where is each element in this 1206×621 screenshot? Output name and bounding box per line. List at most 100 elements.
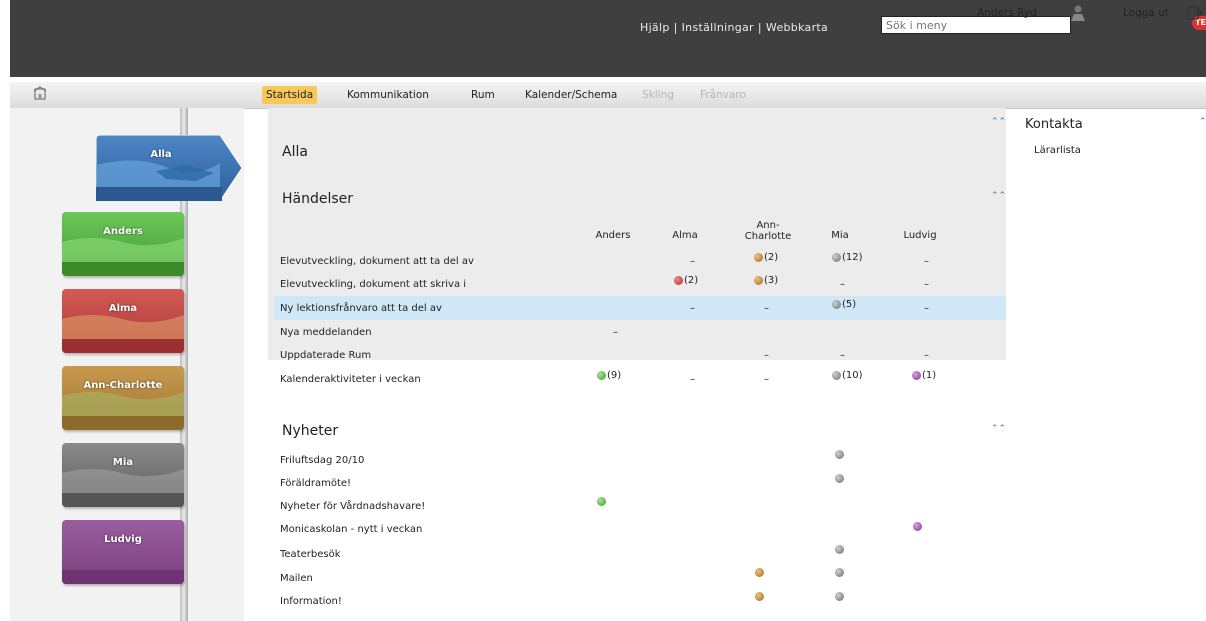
student-name-mia: Mia: [112, 457, 134, 468]
news-item[interactable]: Teaterbesök: [280, 549, 341, 560]
status-dot-icon: [835, 568, 844, 577]
status-dot-icon: [755, 592, 764, 601]
tab-rum[interactable]: Rum: [471, 86, 495, 104]
status-dot-icon: [754, 252, 763, 262]
cell-value[interactable]: (2): [674, 275, 698, 286]
cell-count: (10): [842, 370, 863, 381]
cell-value: –: [840, 350, 845, 361]
logout-link[interactable]: Logga ut: [1123, 7, 1169, 19]
news-item[interactable]: Friluftsdag 20/10: [280, 455, 364, 466]
card-band: [62, 339, 184, 353]
news-item[interactable]: Föräldramöte!: [280, 478, 351, 489]
cell-value: –: [924, 350, 929, 361]
tab-skling[interactable]: Skling: [642, 86, 674, 104]
status-dot-icon: [912, 370, 921, 380]
status-dot-icon: [913, 522, 922, 531]
student-name-ann-charlotte: Ann-Charlotte: [83, 380, 163, 391]
event-row-label[interactable]: Ny lektionsfrånvaro att ta del av: [280, 303, 442, 314]
cell-value: –: [690, 303, 695, 314]
collapse-arrow-icon[interactable]: ⌃⌃: [1199, 117, 1206, 127]
logout-icon[interactable]: [1187, 5, 1203, 21]
page-title: Alla: [282, 144, 308, 160]
separator: |: [757, 21, 762, 34]
collapse-arrow-icon[interactable]: ⌃⌃: [991, 424, 1006, 434]
status-dot-icon: [674, 275, 683, 285]
status-dot-icon: [597, 497, 606, 506]
event-row-label[interactable]: Kalenderaktiviteter i veckan: [280, 374, 421, 385]
tab-startsida[interactable]: Startsida: [262, 86, 318, 104]
user-icon[interactable]: [1068, 3, 1088, 23]
news-item[interactable]: Mailen: [280, 573, 313, 584]
cell-value[interactable]: (5): [832, 299, 856, 310]
student-card-ludvig[interactable]: Ludvig: [62, 520, 184, 584]
collapse-arrow-icon[interactable]: ⌃⌃: [991, 117, 1006, 127]
student-card-alma[interactable]: Alma: [62, 289, 184, 353]
cell-count: (3): [764, 275, 779, 286]
column-header-ann-charlotte: Ann- Charlotte: [744, 220, 792, 242]
help-link[interactable]: Hjälp: [640, 21, 670, 34]
news-title: Nyheter: [282, 423, 339, 439]
student-name-alla: Alla: [150, 149, 172, 160]
card-band: [62, 570, 184, 584]
user-name: Anders Ryd: [977, 7, 1037, 19]
events-title: Händelser: [282, 191, 354, 207]
cell-value[interactable]: (3): [754, 275, 778, 286]
tab-kalender-schema[interactable]: Kalender/Schema: [525, 86, 617, 104]
cell-value[interactable]: (2): [754, 252, 778, 263]
settings-link[interactable]: Inställningar: [682, 21, 754, 34]
cell-count: (1): [922, 370, 937, 381]
cell-value[interactable]: (12): [832, 252, 863, 263]
card-band: [62, 416, 184, 430]
column-header-ludvig: Ludvig: [903, 230, 937, 241]
cell-count: (2): [764, 252, 779, 263]
status-dot-icon: [832, 370, 841, 380]
menu-search-input[interactable]: [881, 16, 1071, 34]
news-item[interactable]: Nyheter för Vårdnadshavare!: [280, 501, 425, 512]
tab-kommunikation[interactable]: Kommunikation: [347, 86, 429, 104]
contact-title: Kontakta: [1025, 117, 1083, 132]
cell-value: –: [764, 303, 769, 314]
cell-value: –: [840, 279, 845, 290]
cell-value: –: [924, 303, 929, 314]
event-row-label[interactable]: Nya meddelanden: [280, 327, 372, 338]
cell-value[interactable]: (10): [832, 370, 863, 381]
status-dot-icon: [832, 252, 841, 262]
teacher-list-link[interactable]: Lärarlista: [1034, 145, 1081, 156]
event-row-label[interactable]: Elevutveckling, dokument att skriva i: [280, 279, 466, 290]
sitemap-link[interactable]: Webbkarta: [766, 21, 828, 34]
news-item[interactable]: Information!: [280, 596, 342, 607]
top-links: Hjälp | Inställningar | Webbkarta: [640, 21, 828, 34]
student-card-ann-charlotte[interactable]: Ann-Charlotte: [62, 366, 184, 430]
cell-value[interactable]: (9): [597, 370, 621, 381]
student-card-mia[interactable]: Mia: [62, 443, 184, 507]
student-card-anders[interactable]: Anders: [62, 212, 184, 276]
cell-count: (2): [684, 275, 699, 286]
cell-value[interactable]: (1): [912, 370, 936, 381]
student-name-anders: Anders: [103, 226, 143, 237]
status-dot-icon: [835, 592, 844, 601]
status-dot-icon: [755, 568, 764, 577]
news-item[interactable]: Monicaskolan - nytt i veckan: [280, 524, 422, 535]
tab-franvaro[interactable]: Frånvaro: [700, 86, 746, 104]
collapse-arrow-icon[interactable]: ⌃⌃: [991, 191, 1006, 201]
cell-value: –: [764, 374, 769, 385]
card-band: [62, 262, 184, 276]
column-header-mia: Mia: [831, 230, 849, 241]
column-header-anders: Anders: [595, 230, 631, 241]
student-name-alma: Alma: [108, 303, 138, 314]
status-dot-icon: [754, 275, 763, 285]
student-name-ludvig: Ludvig: [104, 534, 142, 545]
column-header-alma: Alma: [672, 230, 698, 241]
status-dot-icon: [832, 299, 841, 309]
home-icon[interactable]: [32, 86, 48, 102]
event-row-label[interactable]: Uppdaterade Rum: [280, 350, 371, 361]
news-panel: [244, 360, 1206, 621]
status-dot-icon: [835, 474, 844, 483]
card-band: [62, 493, 184, 507]
cell-count: (5): [842, 299, 857, 310]
alla-label-wrap: Alla: [96, 135, 226, 175]
cell-value: –: [690, 374, 695, 385]
cell-value: –: [764, 350, 769, 361]
event-row-label[interactable]: Elevutveckling, dokument att ta del av: [280, 256, 474, 267]
status-dot-icon: [597, 370, 606, 380]
